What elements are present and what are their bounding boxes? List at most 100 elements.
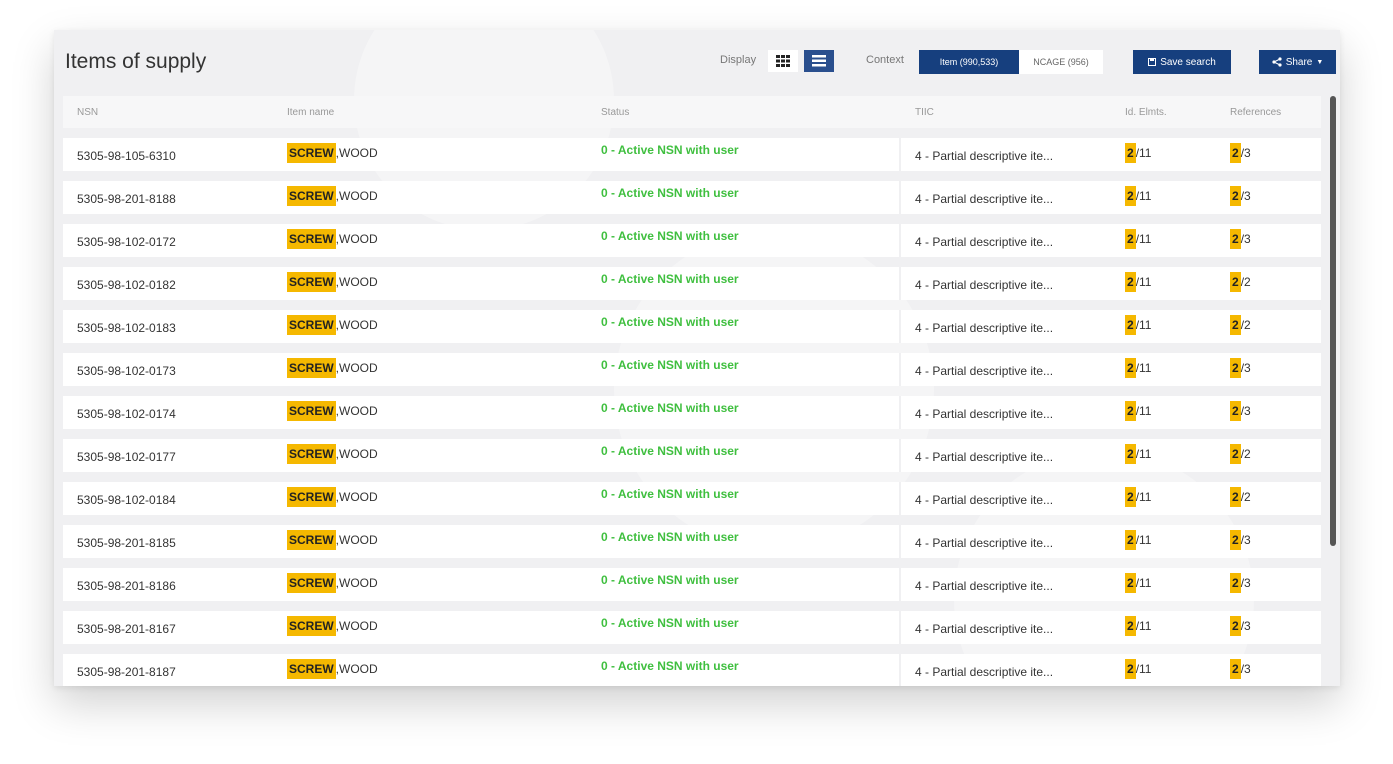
table-row[interactable]: 5305-98-102-0182 SCREW ,WOOD 0 - Active N… — [63, 267, 1321, 300]
nsn-cell[interactable]: 5305-98-201-8187 — [77, 665, 176, 679]
id-elements-cell: 2/11 — [1125, 272, 1152, 292]
id-elements-highlight: 2 — [1125, 229, 1136, 249]
id-elements-highlight: 2 — [1125, 315, 1136, 335]
references-rest: /3 — [1240, 189, 1251, 203]
tiic-cell: 4 - Partial descriptive ite... — [915, 493, 1054, 507]
context-item-button[interactable]: Item (990,533) — [919, 50, 1019, 74]
table-row[interactable]: 5305-98-102-0172 SCREW ,WOOD 0 - Active N… — [63, 224, 1321, 257]
references-highlight: 2 — [1230, 272, 1241, 292]
list-view-button[interactable] — [804, 50, 834, 72]
references-highlight: 2 — [1230, 530, 1241, 550]
references-cell: 2/3 — [1230, 143, 1251, 163]
item-name-cell: SCREW ,WOOD — [287, 229, 378, 249]
column-header-id-elements[interactable]: Id. Elmts. — [1125, 107, 1167, 118]
references-rest: /3 — [1240, 533, 1251, 547]
column-header-status[interactable]: Status — [601, 107, 629, 118]
item-name-rest: ,WOOD — [335, 404, 378, 418]
id-elements-rest: /11 — [1135, 318, 1152, 332]
share-label: Share — [1285, 56, 1313, 68]
context-ncage-button[interactable]: NCAGE (956) — [1019, 50, 1103, 74]
references-highlight: 2 — [1230, 315, 1241, 335]
references-cell: 2/3 — [1230, 530, 1251, 550]
id-elements-cell: 2/11 — [1125, 143, 1151, 163]
item-name-highlight: SCREW — [287, 659, 336, 679]
grid-view-button[interactable] — [768, 50, 798, 72]
tiic-cell: 4 - Partial descriptive ite... — [915, 407, 1054, 421]
references-rest: /3 — [1240, 146, 1251, 160]
grid-view-icon — [776, 55, 790, 67]
status-cell: 0 - Active NSN with user — [601, 315, 739, 329]
nsn-cell[interactable]: 5305-98-102-0183 — [77, 321, 176, 335]
nsn-cell[interactable]: 5305-98-105-6310 — [77, 149, 176, 163]
caret-down-icon: ▼ — [1316, 58, 1324, 66]
id-elements-highlight: 2 — [1125, 659, 1136, 679]
column-header-item-name[interactable]: Item name — [287, 107, 334, 118]
column-header-tiic[interactable]: TIIC — [915, 107, 934, 118]
references-rest: /2 — [1240, 490, 1251, 504]
table-row[interactable]: 5305-98-102-0174 SCREW ,WOOD 0 - Active N… — [63, 396, 1321, 429]
id-elements-rest: /11 — [1135, 404, 1152, 418]
save-search-button[interactable]: Save search — [1133, 50, 1231, 74]
references-rest: /2 — [1240, 275, 1251, 289]
status-cell: 0 - Active NSN with user — [601, 487, 739, 501]
column-header-nsn[interactable]: NSN — [77, 107, 98, 118]
references-cell: 2/3 — [1230, 573, 1251, 593]
nsn-cell[interactable]: 5305-98-102-0173 — [77, 364, 176, 378]
references-cell: 2/3 — [1230, 186, 1251, 206]
item-name-rest: ,WOOD — [335, 189, 378, 203]
references-highlight: 2 — [1230, 616, 1241, 636]
references-highlight: 2 — [1230, 358, 1241, 378]
id-elements-highlight: 2 — [1125, 186, 1136, 206]
item-name-highlight: SCREW — [287, 487, 336, 507]
table-row[interactable]: 5305-98-201-8188 SCREW ,WOOD 0 - Active N… — [63, 181, 1321, 214]
tiic-cell: 4 - Partial descriptive ite... — [915, 321, 1054, 335]
table-row[interactable]: 5305-98-201-8187 SCREW ,WOOD 0 - Active N… — [63, 654, 1321, 686]
tiic-cell: 4 - Partial descriptive ite... — [915, 665, 1054, 679]
nsn-cell[interactable]: 5305-98-102-0174 — [77, 407, 176, 421]
nsn-cell[interactable]: 5305-98-102-0177 — [77, 450, 176, 464]
nsn-cell[interactable]: 5305-98-201-8167 — [77, 622, 176, 636]
nsn-cell[interactable]: 5305-98-201-8188 — [77, 192, 176, 206]
column-divider — [899, 482, 901, 515]
table-row[interactable]: 5305-98-201-8185 SCREW ,WOOD 0 - Active N… — [63, 525, 1321, 558]
column-header-references[interactable]: References — [1230, 107, 1281, 118]
nsn-cell[interactable]: 5305-98-201-8186 — [77, 579, 176, 593]
table-row[interactable]: 5305-98-102-0173 SCREW ,WOOD 0 - Active N… — [63, 353, 1321, 386]
tiic-cell: 4 - Partial descriptive ite... — [915, 149, 1054, 163]
column-divider — [899, 439, 901, 472]
scrollbar[interactable] — [1330, 96, 1336, 546]
references-rest: /3 — [1240, 662, 1251, 676]
id-elements-highlight: 2 — [1125, 573, 1136, 593]
item-name-highlight: SCREW — [287, 401, 336, 421]
references-cell: 2/3 — [1230, 616, 1251, 636]
table-row[interactable]: 5305-98-102-0177 SCREW ,WOOD 0 - Active N… — [63, 439, 1321, 472]
tiic-cell: 4 - Partial descriptive ite... — [915, 622, 1054, 636]
id-elements-cell: 2/11 — [1125, 487, 1151, 507]
tiic-cell: 4 - Partial descriptive ite... — [915, 364, 1054, 378]
item-name-cell: SCREW ,WOOD — [287, 573, 378, 593]
table-row[interactable]: 5305-98-105-6310 SCREW ,WOOD 0 - Active N… — [63, 138, 1321, 171]
nsn-cell[interactable]: 5305-98-102-0182 — [77, 278, 176, 292]
references-rest: /3 — [1240, 361, 1251, 375]
references-cell: 2/3 — [1230, 401, 1251, 421]
item-name-rest: ,WOOD — [335, 662, 378, 676]
nsn-cell[interactable]: 5305-98-102-0184 — [77, 493, 176, 507]
table-row[interactable]: 5305-98-102-0184 SCREW ,WOOD 0 - Active N… — [63, 482, 1321, 515]
references-highlight: 2 — [1230, 143, 1241, 163]
id-elements-rest: /11 — [1135, 275, 1152, 289]
items-table: NSN Item name Status TIIC Id. Elmts. Ref… — [63, 96, 1321, 686]
table-row[interactable]: 5305-98-201-8186 SCREW ,WOOD 0 - Active N… — [63, 568, 1321, 601]
column-divider — [899, 310, 901, 343]
item-name-highlight: SCREW — [287, 358, 336, 378]
id-elements-cell: 2/11 — [1125, 358, 1151, 378]
tiic-cell: 4 - Partial descriptive ite... — [915, 278, 1054, 292]
share-button[interactable]: Share ▼ — [1259, 50, 1336, 74]
column-divider — [899, 396, 901, 429]
table-row[interactable]: 5305-98-201-8167 SCREW ,WOOD 0 - Active N… — [63, 611, 1321, 644]
table-row[interactable]: 5305-98-102-0183 SCREW ,WOOD 0 - Active N… — [63, 310, 1321, 343]
item-name-highlight: SCREW — [287, 229, 336, 249]
nsn-cell[interactable]: 5305-98-201-8185 — [77, 536, 176, 550]
id-elements-highlight: 2 — [1125, 530, 1136, 550]
column-divider — [899, 267, 901, 300]
nsn-cell[interactable]: 5305-98-102-0172 — [77, 235, 176, 249]
